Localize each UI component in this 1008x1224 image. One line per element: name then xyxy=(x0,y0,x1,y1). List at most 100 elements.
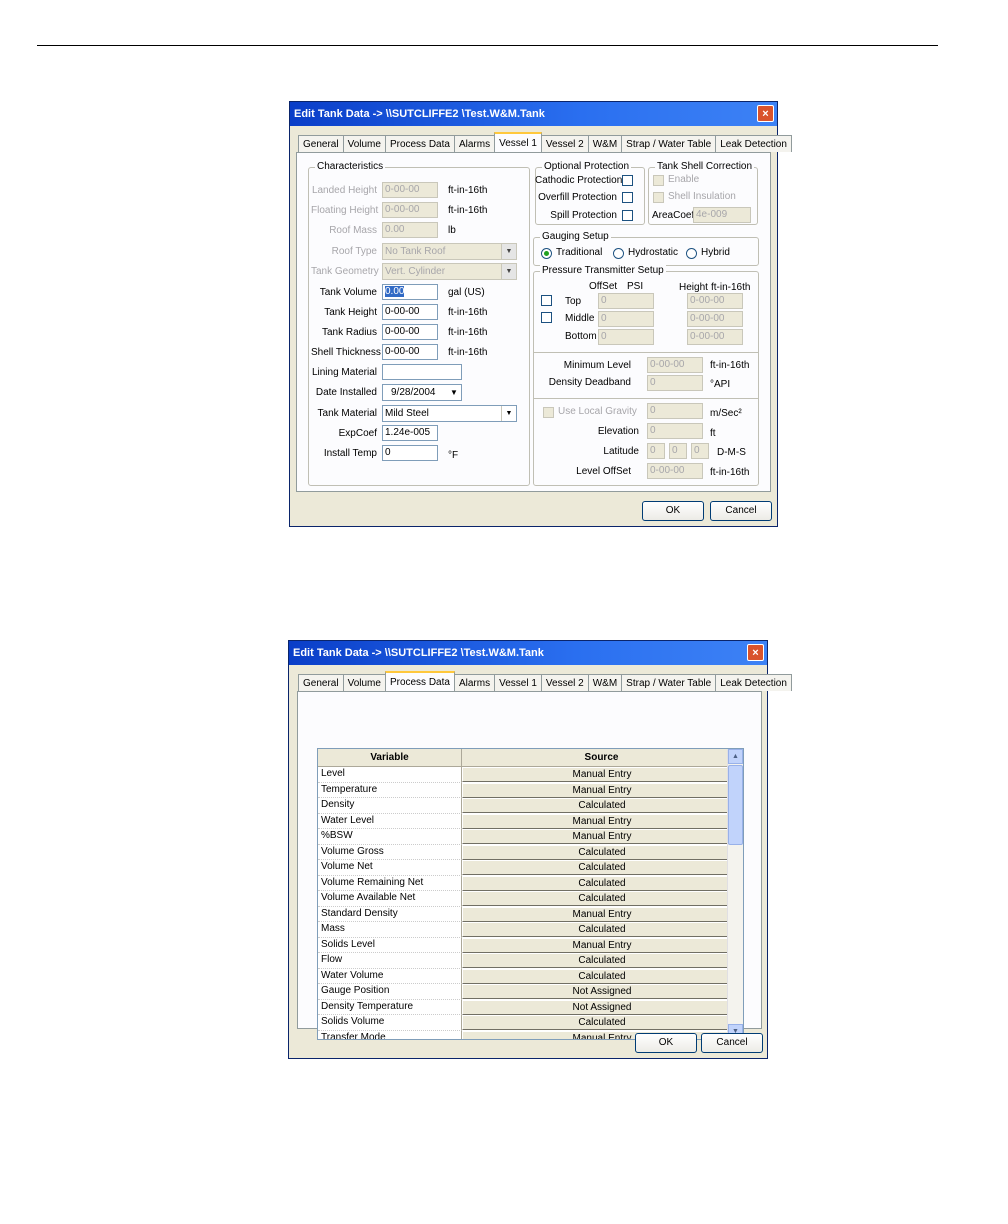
table-row[interactable]: Water Volume Calculated xyxy=(318,968,742,984)
source-cell-button[interactable]: Calculated xyxy=(462,875,742,891)
source-cell-button[interactable]: Manual Entry xyxy=(462,1030,742,1039)
tab-w-m[interactable]: W&M xyxy=(587,674,623,691)
tab-alarms[interactable]: Alarms xyxy=(453,674,496,691)
level-offset-input[interactable]: 0-00-00 xyxy=(647,463,703,479)
table-row[interactable]: Water Level Manual Entry xyxy=(318,813,742,829)
spill-protection-checkbox[interactable] xyxy=(622,210,633,221)
tab-alarms[interactable]: Alarms xyxy=(453,135,496,152)
source-cell-button[interactable]: Manual Entry xyxy=(462,813,742,829)
table-row[interactable]: Volume Available Net Calculated xyxy=(318,891,742,907)
variable-cell[interactable]: Volume Net xyxy=(318,860,462,876)
source-cell-button[interactable]: Calculated xyxy=(462,860,742,875)
source-column-header[interactable]: Source xyxy=(462,749,742,767)
ok-button[interactable]: OK xyxy=(642,501,704,521)
lining-material-input[interactable] xyxy=(382,364,462,380)
tab-process-data[interactable]: Process Data xyxy=(384,671,455,691)
tank-geometry-select[interactable]: Vert. Cylinder ▼ xyxy=(382,263,517,280)
vertical-scrollbar[interactable]: ▲ ▼ xyxy=(727,749,743,1039)
variable-cell[interactable]: Transfer Mode xyxy=(318,1030,462,1039)
source-cell-button[interactable]: Not Assigned xyxy=(462,984,742,999)
table-row[interactable]: Temperature Manual Entry xyxy=(318,782,742,798)
exp-coef-input[interactable]: 1.24e-005 xyxy=(382,425,438,441)
top-transmitter-checkbox[interactable] xyxy=(541,295,552,306)
table-row[interactable]: %BSW Manual Entry xyxy=(318,829,742,845)
hydrostatic-radio[interactable] xyxy=(613,248,624,259)
source-cell-button[interactable]: Manual Entry xyxy=(462,829,742,844)
source-cell-button[interactable]: Manual Entry xyxy=(462,782,742,798)
close-icon[interactable]: × xyxy=(747,644,764,661)
variable-cell[interactable]: Solids Volume xyxy=(318,1015,462,1031)
tank-material-select[interactable]: Mild Steel ▼ xyxy=(382,405,517,422)
floating-height-input[interactable]: 0-00-00 xyxy=(382,202,438,218)
variable-cell[interactable]: Water Level xyxy=(318,813,462,829)
latitude-degrees-input[interactable]: 0 xyxy=(647,443,665,459)
table-row[interactable]: Solids Volume Calculated xyxy=(318,1015,742,1031)
tab-leak-detection[interactable]: Leak Detection xyxy=(715,135,792,152)
source-cell-button[interactable]: Manual Entry xyxy=(462,937,742,953)
area-coef-input[interactable]: 4e-009 xyxy=(693,207,751,223)
variable-cell[interactable]: Level xyxy=(318,767,462,783)
elevation-input[interactable]: 0 xyxy=(647,423,703,439)
variable-cell[interactable]: Mass xyxy=(318,922,462,938)
cathodic-protection-checkbox[interactable] xyxy=(622,175,633,186)
landed-height-input[interactable]: 0-00-00 xyxy=(382,182,438,198)
source-cell-button[interactable]: Not Assigned xyxy=(462,999,742,1015)
source-cell-button[interactable]: Calculated xyxy=(462,968,742,984)
table-row[interactable]: Volume Remaining Net Calculated xyxy=(318,875,742,891)
tab-vessel-2[interactable]: Vessel 2 xyxy=(540,135,589,152)
tank-radius-input[interactable]: 0-00-00 xyxy=(382,324,438,340)
tank-volume-input[interactable]: 0.00 xyxy=(382,284,438,300)
source-cell-button[interactable]: Calculated xyxy=(462,798,742,813)
source-cell-button[interactable]: Manual Entry xyxy=(462,906,742,922)
tab-leak-detection[interactable]: Leak Detection xyxy=(715,674,792,691)
tab-vessel-2[interactable]: Vessel 2 xyxy=(540,674,589,691)
scrollbar-thumb[interactable] xyxy=(728,765,743,845)
table-row[interactable]: Flow Calculated xyxy=(318,953,742,969)
density-deadband-input[interactable]: 0 xyxy=(647,375,703,391)
table-row[interactable]: Solids Level Manual Entry xyxy=(318,937,742,953)
variable-cell[interactable]: Volume Available Net xyxy=(318,891,462,907)
tank-height-input[interactable]: 0-00-00 xyxy=(382,304,438,320)
tab-w-m[interactable]: W&M xyxy=(587,135,623,152)
minimum-level-input[interactable]: 0-00-00 xyxy=(647,357,703,373)
table-row[interactable]: Gauge Position Not Assigned xyxy=(318,984,742,1000)
source-cell-button[interactable]: Calculated xyxy=(462,922,742,937)
variable-cell[interactable]: Flow xyxy=(318,953,462,969)
variable-cell[interactable]: Density Temperature xyxy=(318,999,462,1015)
shell-enable-checkbox[interactable] xyxy=(653,175,664,186)
tab-vessel-1[interactable]: Vessel 1 xyxy=(494,674,542,691)
variable-column-header[interactable]: Variable xyxy=(318,749,462,767)
scroll-up-icon[interactable]: ▲ xyxy=(728,749,743,764)
roof-mass-input[interactable]: 0.00 xyxy=(382,222,438,238)
variable-cell[interactable]: Gauge Position xyxy=(318,984,462,1000)
close-icon[interactable]: × xyxy=(757,105,774,122)
shell-thickness-input[interactable]: 0-00-00 xyxy=(382,344,438,360)
variable-cell[interactable]: Temperature xyxy=(318,782,462,798)
top-height-input[interactable]: 0-00-00 xyxy=(687,293,743,309)
shell-insulation-checkbox[interactable] xyxy=(653,192,664,203)
tab-general[interactable]: General xyxy=(298,135,344,152)
top-offset-input[interactable]: 0 xyxy=(598,293,654,309)
variable-cell[interactable]: %BSW xyxy=(318,829,462,845)
table-row[interactable]: Density Temperature Not Assigned xyxy=(318,999,742,1015)
variable-cell[interactable]: Volume Gross xyxy=(318,844,462,860)
middle-transmitter-checkbox[interactable] xyxy=(541,312,552,323)
variable-cell[interactable]: Volume Remaining Net xyxy=(318,875,462,891)
latitude-seconds-input[interactable]: 0 xyxy=(691,443,709,459)
source-cell-button[interactable]: Calculated xyxy=(462,1015,742,1030)
install-temp-input[interactable]: 0 xyxy=(382,445,438,461)
tab-process-data[interactable]: Process Data xyxy=(384,135,455,152)
middle-height-input[interactable]: 0-00-00 xyxy=(687,311,743,327)
cancel-button[interactable]: Cancel xyxy=(701,1033,763,1053)
source-cell-button[interactable]: Calculated xyxy=(462,953,742,968)
table-row[interactable]: Level Manual Entry xyxy=(318,767,742,783)
table-row[interactable]: Density Calculated xyxy=(318,798,742,814)
gravity-input[interactable]: 0 xyxy=(647,403,703,419)
traditional-radio[interactable] xyxy=(541,248,552,259)
variable-cell[interactable]: Density xyxy=(318,798,462,814)
bottom-height-input[interactable]: 0-00-00 xyxy=(687,329,743,345)
ok-button[interactable]: OK xyxy=(635,1033,697,1053)
use-local-gravity-checkbox[interactable] xyxy=(543,407,554,418)
tab-strap-water-table[interactable]: Strap / Water Table xyxy=(621,674,717,691)
tab-strap-water-table[interactable]: Strap / Water Table xyxy=(621,135,717,152)
